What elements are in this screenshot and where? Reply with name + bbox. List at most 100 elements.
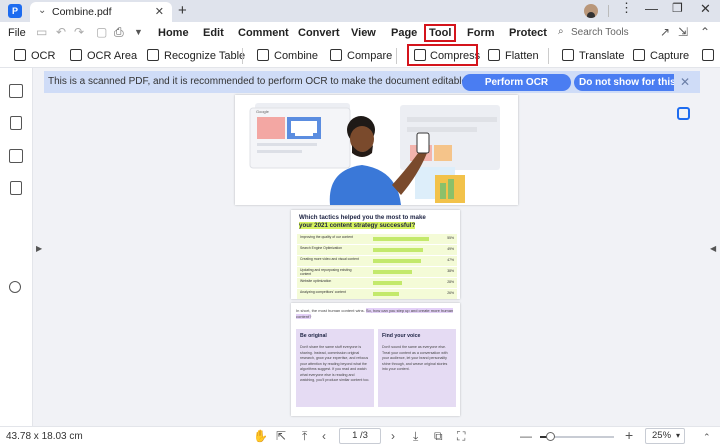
close-icon[interactable]: ✕ [155,5,164,18]
fullscreen-icon[interactable]: ⛶ [457,429,465,444]
select-tool-icon[interactable]: ⇱ [276,429,286,443]
survey-row: Website optimization 28% [297,278,457,288]
attachment-icon[interactable] [10,181,22,195]
more-icon[interactable]: ⋮ [620,0,633,16]
translate-label: Translate [579,50,625,62]
ocr-area-label: OCR Area [87,50,138,62]
ocr-label: OCR [31,50,56,62]
last-page-icon[interactable]: ⤓ [413,429,418,444]
survey-row-percent: 26% [447,291,454,295]
do-not-show-button[interactable]: Do not show for this file [574,74,674,91]
menu-file[interactable]: File [8,27,26,39]
page-number-input[interactable]: 1 /3 [339,428,381,444]
dropdown-icon[interactable]: ▼ [134,27,143,37]
search-icon[interactable] [9,281,21,293]
survey-row-label: Website optimization [300,279,332,283]
ai-assistant-icon[interactable] [677,107,690,120]
menu-form[interactable]: Form [467,27,495,39]
zoom-level-select[interactable]: 25% [645,428,685,444]
zoom-out-icon[interactable]: — [520,429,532,443]
print-icon[interactable]: ⎙ [114,25,124,40]
hand-tool-icon[interactable]: ✋ [253,429,268,443]
comment-icon[interactable] [9,149,23,163]
menu-protect[interactable]: Protect [509,27,547,39]
ocr-area-button[interactable]: OCR Area [70,49,137,63]
survey-row-percent: 38% [447,269,454,273]
survey-row-percent: 28% [447,280,454,284]
redo-icon[interactable]: ↷ [74,25,84,39]
chevron-down-icon[interactable]: ⌄ [38,5,46,16]
translate-button[interactable]: Translate [562,49,624,63]
share-icon[interactable]: ↗ [660,25,670,39]
menu-convert[interactable]: Convert [298,27,340,39]
collapse-icon[interactable]: ⌃ [700,25,710,39]
more-tools-button[interactable] [702,49,714,63]
survey-row-bar [373,237,429,241]
previous-page-icon[interactable]: ‹ [322,429,326,443]
bookmark-icon[interactable] [10,116,22,130]
save-icon[interactable]: ▭ [36,25,47,39]
menu-home[interactable]: Home [158,27,189,39]
survey-row-percent: 55% [447,236,454,240]
page-3-intro-text: In short, the most human content wins. [296,308,365,313]
survey-row: Creating more video and visual content 47… [297,256,457,266]
avatar[interactable] [584,4,598,18]
document-tab[interactable]: ⌄ Combine.pdf ✕ [30,2,172,22]
zoom-in-icon[interactable]: + [625,427,633,443]
close-icon[interactable]: ✕ [680,75,690,89]
google-label: Google [256,109,269,114]
ocr-icon [14,49,26,61]
combine-label: Combine [274,50,319,62]
survey-row-label: Updating and repurposing existing conten… [300,268,352,276]
maximize-icon[interactable]: ❐ [672,1,683,15]
card-body: Don't sound the same as everyone else. T… [382,345,448,371]
survey-row-label: Improving the quality of our content [300,235,353,239]
be-original-card: Be original Don't share the same stuff e… [296,329,374,407]
menu-comment[interactable]: Comment [238,27,289,39]
expand-icon[interactable]: ⇲ [678,25,688,39]
zoom-slider-handle[interactable] [546,432,555,441]
collapse-icon[interactable]: ⌃ [703,432,711,443]
card-body: Don't share the same stuff everyone is s… [300,345,370,382]
recognize-table-label: Recognize Table [164,50,246,62]
plus-icon[interactable]: + [178,2,187,19]
compress-highlight-box [407,44,478,66]
undo-icon[interactable]: ↶ [56,25,66,39]
menu-page[interactable]: Page [391,27,417,39]
app-logo-icon: P [8,4,22,18]
next-page-icon[interactable]: › [391,429,395,443]
combine-icon [257,49,269,61]
card-title: Be original [300,333,327,339]
left-sidebar [0,68,33,426]
minimize-icon[interactable]: — [645,1,658,16]
capture-icon [633,49,645,61]
survey-row-bar [373,259,421,263]
expand-right-panel-icon[interactable]: ◀ [710,244,716,253]
search-icon: ⌕ [558,26,564,37]
expand-left-panel-icon[interactable]: ▶ [36,244,42,253]
capture-button[interactable]: Capture [633,49,689,63]
perform-ocr-button[interactable]: Perform OCR [462,74,571,91]
menu-edit[interactable]: Edit [203,27,224,39]
card-title: Find your voice [382,333,421,339]
compare-button[interactable]: Compare [330,49,392,63]
tool-highlight-box [424,24,456,42]
recognize-table-button[interactable]: Recognize Table [147,49,245,63]
survey-row-bar [373,292,399,296]
fit-page-icon[interactable]: ⧉ [434,429,443,444]
survey-row-label: Creating more video and visual content [300,257,359,261]
thumbnails-icon[interactable] [9,84,23,98]
survey-row-label: Search Engine Optimization [300,246,343,250]
first-page-icon[interactable]: ⤒ [302,429,307,444]
combine-button[interactable]: Combine [257,49,318,63]
survey-row-bar [373,270,412,274]
page-3-intro: In short, the most human content wins. S… [296,308,456,319]
divider [548,48,549,64]
survey-row: Analyzing competitors' content 26% [297,289,457,299]
search-tools-input[interactable]: Search Tools [571,27,629,38]
flatten-button[interactable]: Flatten [488,49,539,63]
ocr-button[interactable]: OCR [14,49,55,63]
save-as-icon[interactable]: ▢ [96,25,107,39]
menu-view[interactable]: View [351,27,376,39]
close-window-icon[interactable]: ✕ [700,1,711,17]
